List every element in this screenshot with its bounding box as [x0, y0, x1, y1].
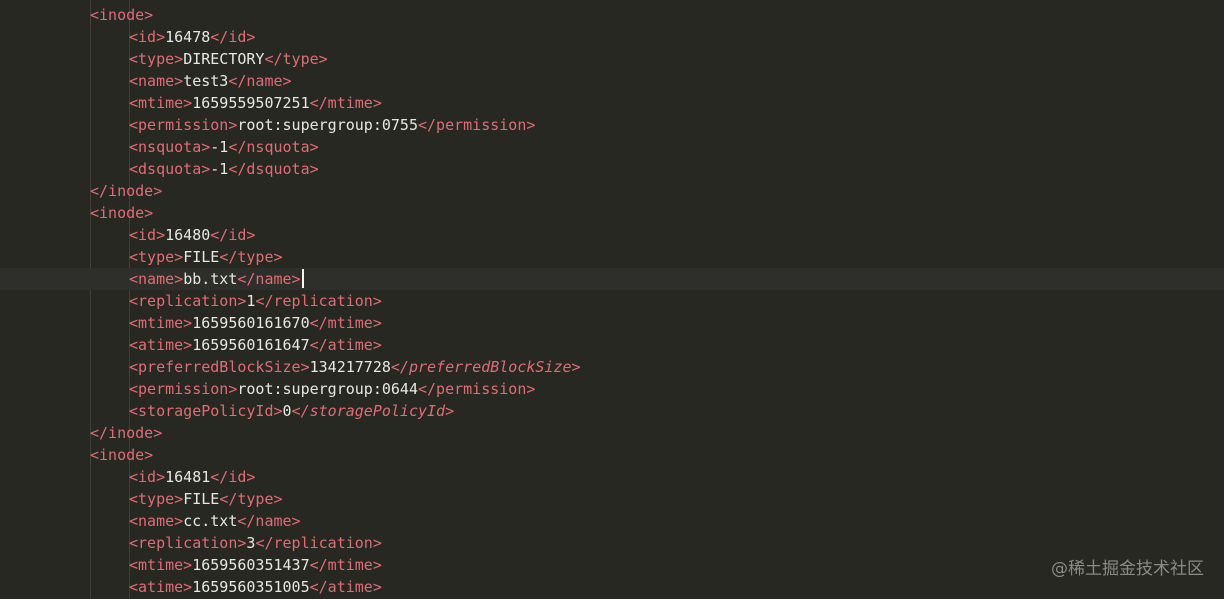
- xml-text-value: bb.txt: [183, 270, 238, 288]
- xml-open-tag: <type>: [129, 50, 184, 68]
- xml-text-value: root:supergroup:0644: [237, 380, 418, 398]
- xml-close-tag: </name>: [237, 270, 301, 288]
- code-line[interactable]: <type>FILE</type>: [0, 488, 1224, 510]
- xml-close-tag: </mtime>: [309, 94, 382, 112]
- code-line[interactable]: <replication>3</replication>: [0, 532, 1224, 554]
- xml-open-tag: <id>: [129, 28, 166, 46]
- xml-open-tag: <preferredBlockSize>: [129, 358, 310, 376]
- code-line[interactable]: <inode>: [0, 202, 1224, 224]
- xml-text-value: 16481: [165, 468, 211, 486]
- xml-open-tag: <atime>: [129, 578, 193, 596]
- code-line[interactable]: <inode>: [0, 444, 1224, 466]
- xml-close-tag: </mtime>: [309, 314, 382, 332]
- xml-close-tag: </name>: [228, 72, 292, 90]
- code-line[interactable]: <type>FILE</type>: [0, 246, 1224, 268]
- xml-open-tag: <inode>: [90, 446, 154, 464]
- code-line[interactable]: <atime>1659560351005</atime>: [0, 576, 1224, 598]
- xml-open-tag: <atime>: [129, 336, 193, 354]
- xml-text-value: 16478: [165, 28, 211, 46]
- xml-close-tag: </dsquota>: [228, 160, 319, 178]
- text-cursor: [301, 269, 304, 288]
- watermark-text: @稀土掘金技术社区: [1051, 559, 1204, 579]
- code-line[interactable]: <name>bb.txt</name>: [0, 268, 1224, 290]
- xml-open-tag: <id>: [129, 468, 166, 486]
- xml-open-tag: <id>: [129, 226, 166, 244]
- code-line[interactable]: <storagePolicyId>0</storagePolicyId>: [0, 400, 1224, 422]
- code-line[interactable]: <preferredBlockSize>134217728</preferred…: [0, 356, 1224, 378]
- xml-open-tag: <nsquota>: [129, 138, 211, 156]
- code-line[interactable]: <id>16480</id>: [0, 224, 1224, 246]
- xml-text-value: 1659560161670: [192, 314, 310, 332]
- code-line[interactable]: <permission>root:supergroup:0644</permis…: [0, 378, 1224, 400]
- xml-text-value: 1659560161647: [192, 336, 310, 354]
- xml-close-tag: </name>: [237, 512, 301, 530]
- xml-open-tag: <replication>: [129, 292, 247, 310]
- xml-open-tag: <type>: [129, 490, 184, 508]
- xml-close-tag: </preferredBlockSize>: [390, 358, 581, 376]
- xml-text-value: root:supergroup:0755: [237, 116, 418, 134]
- xml-open-tag: <name>: [129, 72, 184, 90]
- xml-open-tag: <inode>: [90, 204, 154, 222]
- code-line[interactable]: </inode>: [0, 422, 1224, 444]
- xml-close-tag: </id>: [210, 28, 256, 46]
- xml-close-tag: </id>: [210, 226, 256, 244]
- xml-text-value: DIRECTORY: [183, 50, 265, 68]
- xml-text-value: cc.txt: [183, 512, 238, 530]
- xml-text-value: test3: [183, 72, 229, 90]
- xml-open-tag: <dsquota>: [129, 160, 211, 178]
- xml-open-tag: <name>: [129, 512, 184, 530]
- xml-text-value: 1659559507251: [192, 94, 310, 112]
- code-line[interactable]: <mtime>1659560351437</mtime>: [0, 554, 1224, 576]
- xml-open-tag: </inode>: [90, 182, 163, 200]
- code-line[interactable]: <atime>1659560161647</atime>: [0, 334, 1224, 356]
- xml-close-tag: </atime>: [309, 336, 382, 354]
- xml-close-tag: </replication>: [255, 292, 382, 310]
- xml-text-value: FILE: [183, 248, 220, 266]
- xml-close-tag: </type>: [264, 50, 328, 68]
- code-editor[interactable]: <inode> <id>16478</id> <type>DIRECTORY</ty…: [0, 0, 1224, 599]
- xml-close-tag: </type>: [219, 248, 283, 266]
- code-line[interactable]: <dsquota>-1</dsquota>: [0, 158, 1224, 180]
- xml-text-value: 0: [282, 402, 292, 420]
- code-line[interactable]: <id>16478</id>: [0, 26, 1224, 48]
- xml-close-tag: </replication>: [255, 534, 382, 552]
- xml-open-tag: <mtime>: [129, 94, 193, 112]
- xml-text-value: 16480: [165, 226, 211, 244]
- xml-open-tag: <mtime>: [129, 556, 193, 574]
- xml-text-value: 134217728: [309, 358, 391, 376]
- xml-close-tag: </permission>: [418, 116, 536, 134]
- code-line[interactable]: <mtime>1659559507251</mtime>: [0, 92, 1224, 114]
- code-line[interactable]: <permission>root:supergroup:0755</permis…: [0, 114, 1224, 136]
- code-line[interactable]: <mtime>1659560161670</mtime>: [0, 312, 1224, 334]
- xml-close-tag: </permission>: [418, 380, 536, 398]
- xml-open-tag: </inode>: [90, 424, 163, 442]
- xml-open-tag: <permission>: [129, 116, 238, 134]
- xml-close-tag: </storagePolicyId>: [291, 402, 455, 420]
- xml-text-value: -1: [210, 160, 229, 178]
- xml-text-value: 1659560351005: [192, 578, 310, 596]
- xml-text-value: 1659560351437: [192, 556, 310, 574]
- xml-close-tag: </type>: [219, 490, 283, 508]
- code-line[interactable]: <replication>1</replication>: [0, 290, 1224, 312]
- xml-text-value: -1: [210, 138, 229, 156]
- xml-text-value: FILE: [183, 490, 220, 508]
- code-line[interactable]: <nsquota>-1</nsquota>: [0, 136, 1224, 158]
- xml-open-tag: <permission>: [129, 380, 238, 398]
- xml-open-tag: <mtime>: [129, 314, 193, 332]
- xml-open-tag: <inode>: [90, 6, 154, 24]
- xml-open-tag: <replication>: [129, 534, 247, 552]
- code-line[interactable]: </inode>: [0, 180, 1224, 202]
- xml-open-tag: <type>: [129, 248, 184, 266]
- xml-close-tag: </atime>: [309, 578, 382, 596]
- code-line[interactable]: <name>test3</name>: [0, 70, 1224, 92]
- xml-close-tag: </mtime>: [309, 556, 382, 574]
- code-line[interactable]: <id>16481</id>: [0, 466, 1224, 488]
- xml-open-tag: <storagePolicyId>: [129, 402, 283, 420]
- xml-close-tag: </id>: [210, 468, 256, 486]
- code-line[interactable]: <type>DIRECTORY</type>: [0, 48, 1224, 70]
- code-line[interactable]: <inode>: [0, 4, 1224, 26]
- xml-close-tag: </nsquota>: [228, 138, 319, 156]
- xml-open-tag: <name>: [129, 270, 184, 288]
- code-line[interactable]: <name>cc.txt</name>: [0, 510, 1224, 532]
